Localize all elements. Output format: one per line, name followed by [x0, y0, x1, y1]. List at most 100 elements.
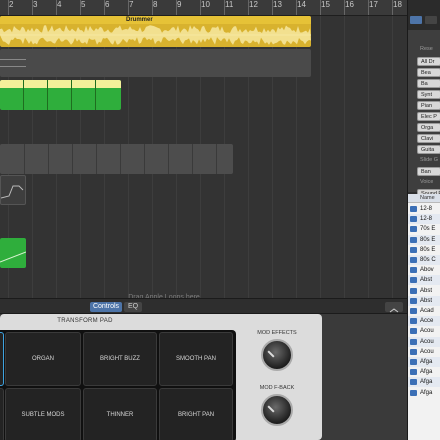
- list-item[interactable]: Abst: [408, 295, 440, 306]
- loop-name: Acou: [420, 348, 434, 355]
- filter-button[interactable]: Bea: [417, 68, 440, 77]
- bar-tick: [368, 0, 369, 15]
- bar-number: 5: [81, 0, 86, 9]
- drummer-region[interactable]: Drummer: [0, 16, 311, 47]
- bar-tick: [128, 0, 129, 15]
- bar-number: 7: [129, 0, 134, 9]
- loop-icon: [410, 287, 417, 294]
- filter-header: Slide G: [420, 157, 439, 163]
- editor-toolbar: Controls EQ: [0, 298, 407, 314]
- bar-tick: [176, 0, 177, 15]
- list-item[interactable]: Afga: [408, 388, 440, 398]
- bar-number: 13: [273, 0, 282, 9]
- bar-number: 17: [369, 0, 378, 9]
- pad-bright-pan[interactable]: BRIGHT PAN: [159, 388, 233, 440]
- list-item[interactable]: Acad: [408, 306, 440, 316]
- filter-button[interactable]: Ban: [417, 167, 440, 176]
- bar-tick: [272, 0, 273, 15]
- pad-organ[interactable]: ORGAN: [5, 332, 81, 386]
- bar-tick: [200, 0, 201, 15]
- list-item[interactable]: Afga: [408, 357, 440, 367]
- bar-tick: [8, 0, 9, 15]
- automation-region[interactable]: [0, 175, 26, 205]
- browser-header: [408, 0, 440, 30]
- audio-region[interactable]: [0, 144, 233, 174]
- list-item[interactable]: Acou: [408, 347, 440, 357]
- small-green-region[interactable]: [0, 238, 26, 268]
- pad-subtle-mods[interactable]: SUBTLE MODS: [5, 388, 81, 440]
- list-item[interactable]: Afga: [408, 367, 440, 377]
- list-item[interactable]: Abst: [408, 275, 440, 286]
- loop-name: Acou: [420, 328, 434, 335]
- list-item[interactable]: 80s E: [408, 234, 440, 245]
- mod-fback-knob[interactable]: [261, 394, 293, 426]
- region-divider: [216, 144, 217, 174]
- software-instrument-region[interactable]: [0, 80, 121, 110]
- loop-icon: [410, 257, 417, 263]
- loop-name: Acou: [420, 338, 434, 345]
- bar-tick: [296, 0, 297, 15]
- region-divider: [144, 144, 145, 174]
- plugin-panel: TRANSFORM PAD ORGAN BRIGHT BUZZ SMOOTH P…: [0, 314, 322, 440]
- region-divider: [72, 144, 73, 174]
- bar-number: 18: [393, 0, 402, 9]
- grid-line: [344, 16, 345, 298]
- loop-icon: [410, 277, 417, 284]
- grid-view-icon[interactable]: [410, 16, 422, 24]
- collapse-icon[interactable]: [385, 302, 403, 313]
- filter-button[interactable]: Synt: [417, 90, 440, 99]
- midi-region-empty[interactable]: [0, 49, 311, 77]
- list-item[interactable]: Acou: [408, 336, 440, 347]
- bar-number: 12: [249, 0, 258, 9]
- list-item[interactable]: 80s E: [408, 245, 440, 255]
- loop-list[interactable]: Name 12-8 12-8 70s E 80s E 80s E 80s C Abov Abs…: [408, 194, 440, 440]
- pad-thinner[interactable]: THINNER: [83, 388, 157, 440]
- bar-number: 15: [321, 0, 330, 9]
- loop-name: Afga: [420, 369, 433, 376]
- list-item[interactable]: Acou: [408, 326, 440, 336]
- transform-pad-title: TRANSFORM PAD: [57, 318, 113, 324]
- loop-icon: [410, 348, 417, 355]
- region-divider: [95, 80, 96, 110]
- loop-name: 12-8: [420, 216, 433, 223]
- pad-smooth-pan[interactable]: SMOOTH PAN: [159, 332, 233, 386]
- filter-button[interactable]: Orga: [417, 123, 440, 132]
- list-item[interactable]: 12-8: [408, 204, 440, 214]
- filter-button[interactable]: Ba: [417, 79, 440, 88]
- list-item[interactable]: 70s E: [408, 224, 440, 234]
- filter-button[interactable]: Clavi: [417, 134, 440, 143]
- mod-effects-knob[interactable]: [261, 339, 293, 371]
- column-view-icon[interactable]: [425, 16, 437, 24]
- region-header: [0, 80, 121, 88]
- bar-tick: [152, 0, 153, 15]
- loop-icon: [410, 369, 417, 376]
- pad-selected[interactable]: [0, 332, 4, 386]
- bar-tick: [320, 0, 321, 15]
- list-item[interactable]: 80s C: [408, 255, 440, 265]
- tab-controls[interactable]: Controls: [90, 302, 122, 312]
- tab-eq[interactable]: EQ: [124, 302, 142, 312]
- filter-header: Rese: [420, 46, 433, 52]
- pad-bright-buzz[interactable]: BRIGHT BUZZ: [83, 332, 157, 386]
- filter-button[interactable]: Elec P: [417, 112, 440, 121]
- region-divider: [71, 80, 72, 110]
- list-item[interactable]: 12-8: [408, 214, 440, 225]
- list-item[interactable]: Abst: [408, 286, 440, 296]
- filter-button[interactable]: Pian: [417, 101, 440, 110]
- region-divider: [24, 144, 25, 174]
- filter-button[interactable]: All Dr: [417, 57, 440, 66]
- loop-icon: [410, 338, 417, 345]
- region-divider: [168, 144, 169, 174]
- grid-line: [368, 16, 369, 298]
- timeline-ruler[interactable]: 2345678910111213141516171819: [0, 0, 426, 16]
- filter-button[interactable]: Guita: [417, 145, 440, 154]
- bar-tick: [56, 0, 57, 15]
- garageband-window: 2345678910111213141516171819 Drummer: [0, 0, 440, 440]
- grid-line: [392, 16, 393, 298]
- list-item[interactable]: Afga: [408, 377, 440, 388]
- list-item[interactable]: Abov: [408, 265, 440, 275]
- list-header-name[interactable]: Name: [408, 194, 440, 203]
- list-item[interactable]: Acce: [408, 316, 440, 327]
- tracks-area[interactable]: Drummer: [0, 16, 417, 301]
- pad-empty[interactable]: [0, 388, 4, 440]
